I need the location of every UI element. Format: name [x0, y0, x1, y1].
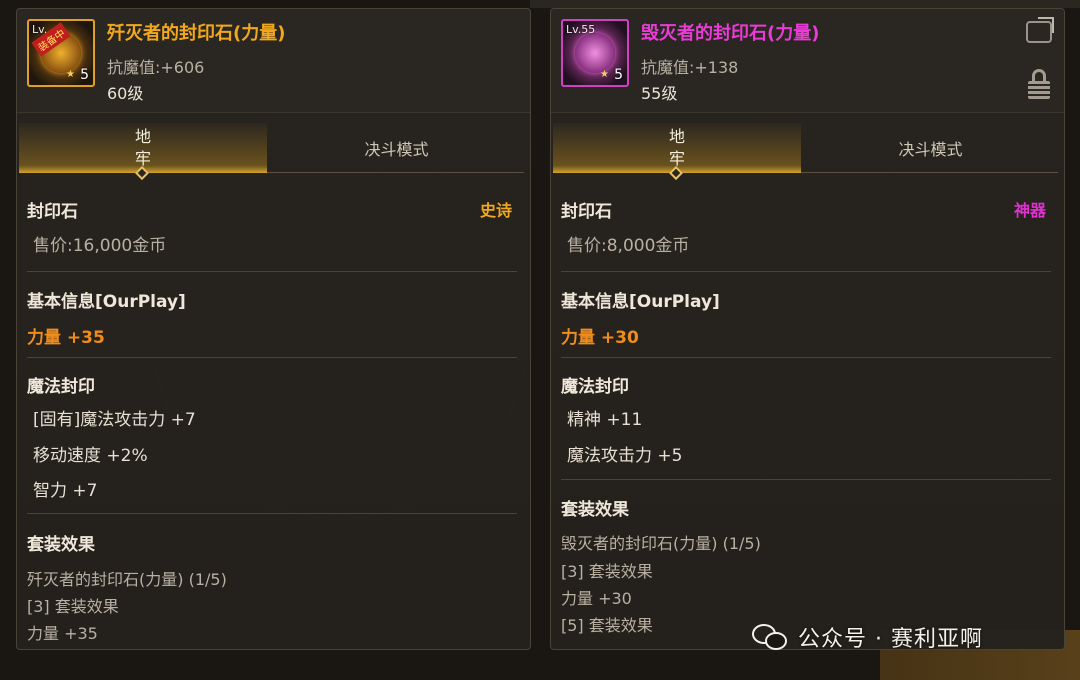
tab-dungeon[interactable]: 地 牢: [553, 123, 801, 181]
tab-dungeon-label-1: 地: [134, 127, 151, 146]
divider: [27, 513, 517, 514]
tab-duel[interactable]: 决斗模式: [269, 123, 524, 173]
tab-dungeon[interactable]: 地 牢: [19, 123, 267, 181]
seal-stone-orange-icon[interactable]: Lv. 装备中 ★ 5: [27, 19, 95, 87]
magic-line: 魔法攻击力 +5: [567, 446, 683, 466]
orb-graphic: [575, 33, 615, 73]
divider: [561, 357, 1051, 358]
tab-dungeon-label-1: 地: [668, 127, 685, 146]
divider: [27, 271, 517, 272]
item-resist: 抗魔值:+138: [641, 58, 739, 77]
lock-icon[interactable]: [1028, 69, 1050, 99]
item-title: 毁灭者的封印石(力量): [641, 23, 820, 44]
item-rarity: 史诗: [479, 201, 512, 220]
magic-line: 智力 +7: [33, 481, 98, 501]
wechat-icon: [752, 622, 790, 652]
divider: [27, 357, 517, 358]
set-effect-title: 套装效果: [27, 535, 95, 555]
mode-tabs: 地 牢 决斗模式: [19, 123, 524, 181]
basic-stat: 力量 +35: [27, 328, 105, 348]
item-tooltip-left: Lv. 装备中 ★ 5 歼灭者的封印石(力量) 抗魔值:+606 60级 地 牢…: [16, 8, 531, 650]
icon-count: 5: [80, 67, 89, 83]
set-line: 力量 +35: [27, 624, 98, 643]
seal-stone-purple-icon[interactable]: Lv.55 ★ 5: [561, 19, 629, 87]
set-effect-title: 套装效果: [561, 500, 629, 520]
set-line: 力量 +30: [561, 589, 632, 608]
icon-level-label: Lv.55: [566, 23, 596, 36]
basic-info-title: 基本信息[OurPlay]: [27, 292, 186, 312]
basic-stat: 力量 +30: [561, 328, 639, 348]
set-line: 歼灭者的封印石(力量) (1/5): [27, 570, 227, 589]
set-line: [5] 套装效果: [561, 616, 653, 635]
set-line: [3] 套装效果: [561, 562, 653, 581]
item-title: 歼灭者的封印石(力量): [107, 23, 286, 44]
basic-info-title: 基本信息[OurPlay]: [561, 292, 720, 312]
icon-count: 5: [614, 67, 623, 83]
item-tooltip-right: Lv.55 ★ 5 毁灭者的封印石(力量) 抗魔值:+138 55级 地 牢 决…: [550, 8, 1065, 650]
watermark-text: 公众号 · 赛利亚啊: [798, 627, 983, 652]
item-resist: 抗魔值:+606: [107, 58, 205, 77]
magic-seal-title: 魔法封印: [27, 377, 95, 397]
magic-line: 精神 +11: [567, 410, 643, 430]
lock-body: [1028, 81, 1050, 99]
background-top-bar: [530, 0, 1080, 8]
magic-line: [固有]魔法攻击力 +7: [33, 410, 196, 430]
tab-duel[interactable]: 决斗模式: [803, 123, 1058, 173]
item-header: Lv.55 ★ 5 毁灭者的封印石(力量) 抗魔值:+138 55级: [551, 9, 1064, 113]
star-icon: ★: [600, 69, 609, 80]
item-price: 售价:8,000金币: [567, 236, 690, 256]
set-line: 毁灭者的封印石(力量) (1/5): [561, 534, 761, 553]
divider: [561, 479, 1051, 480]
item-rarity: 神器: [1013, 201, 1046, 220]
wechat-watermark: 公众号 · 赛利亚啊: [752, 620, 983, 654]
divider: [561, 271, 1051, 272]
item-price: 售价:16,000金币: [33, 236, 167, 256]
set-line: [3] 套装效果: [27, 597, 119, 616]
item-level: 55级: [641, 84, 678, 103]
item-category: 封印石: [561, 202, 612, 222]
item-header: Lv. 装备中 ★ 5 歼灭者的封印石(力量) 抗魔值:+606 60级: [17, 9, 530, 113]
item-category: 封印石: [27, 202, 78, 222]
star-icon: ★: [66, 69, 75, 80]
share-icon[interactable]: [1026, 21, 1052, 43]
magic-line: 移动速度 +2%: [33, 446, 148, 466]
mode-tabs: 地 牢 决斗模式: [553, 123, 1058, 181]
wechat-bubble-2: [765, 632, 787, 650]
item-level: 60级: [107, 84, 144, 103]
magic-seal-title: 魔法封印: [561, 377, 629, 397]
